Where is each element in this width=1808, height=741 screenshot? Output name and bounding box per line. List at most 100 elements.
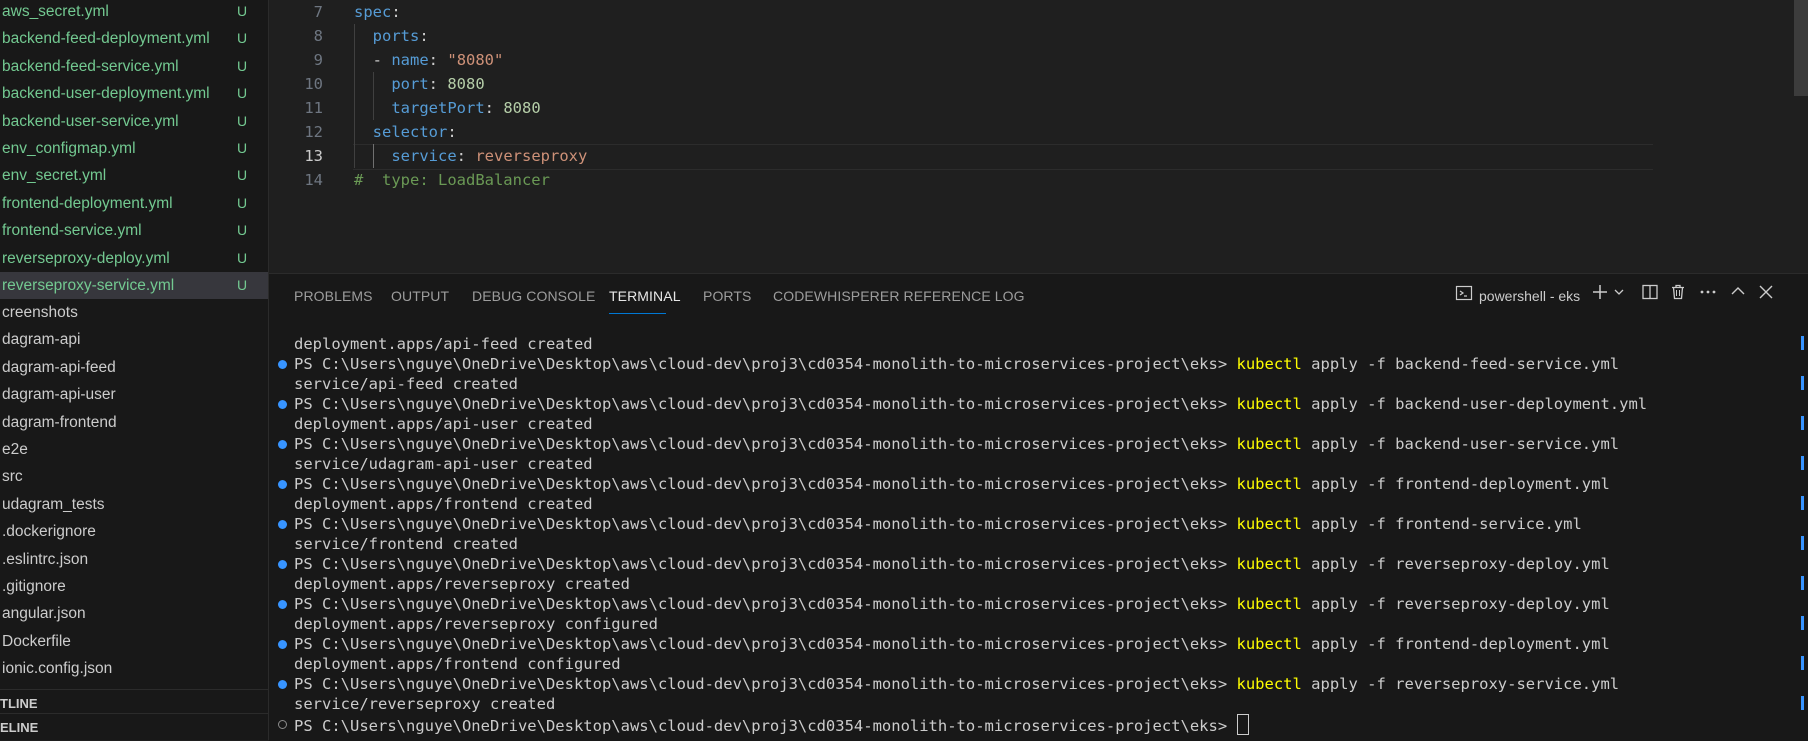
terminal-icon[interactable] — [1455, 284, 1473, 308]
scrollbar-marker — [1801, 336, 1804, 350]
explorer-item[interactable]: .gitignore — [0, 573, 268, 600]
scrollbar-marker — [1801, 576, 1804, 590]
tab-codewhisperer-log[interactable]: CODEWHISPERER REFERENCE LOG — [773, 288, 1025, 304]
tab-problems[interactable]: PROBLEMS — [294, 288, 373, 304]
file-item[interactable]: backend-feed-service.yml U — [0, 53, 268, 80]
line-number: 10 — [304, 75, 323, 93]
explorer-item[interactable]: angular.json — [0, 600, 268, 627]
file-item[interactable]: backend-user-service.yml U — [0, 108, 268, 135]
explorer-item[interactable]: .dockerignore — [0, 518, 268, 545]
file-item[interactable]: backend-feed-deployment.yml U — [0, 25, 268, 52]
line-number: 8 — [313, 27, 323, 45]
terminal-prompt-line: PS C:\Users\nguye\OneDrive\Desktop\aws\c… — [294, 515, 1582, 533]
file-name: env_secret.yml — [2, 167, 107, 185]
timeline-section-header[interactable]: ELINE — [0, 713, 268, 740]
explorer-item[interactable]: e2e — [0, 436, 268, 463]
git-untracked-badge: U — [237, 140, 248, 156]
terminal-output-line: deployment.apps/reverseproxy configured — [294, 615, 658, 633]
code-line[interactable]: 13 service: reverseproxy — [269, 144, 1669, 168]
terminal-output[interactable]: deployment.apps/api-feed created PS C:\Us… — [269, 334, 1789, 735]
active-tab-indicator — [609, 313, 666, 314]
git-untracked-badge: U — [237, 249, 248, 266]
command-decoration-icon[interactable] — [278, 640, 287, 649]
scrollbar-marker — [1801, 696, 1804, 710]
tab-ports[interactable]: PORTS — [703, 288, 751, 304]
tab-terminal[interactable]: TERMINAL — [609, 288, 681, 304]
file-item[interactable]: aws_secret.yml U — [0, 0, 268, 25]
code-text: - name: "8080" — [372, 51, 504, 69]
line-number: 12 — [304, 123, 323, 141]
terminal-cursor — [1236, 714, 1249, 735]
file-item[interactable]: reverseproxy-service.yml U — [0, 272, 268, 299]
terminal-prompt-line: PS C:\Users\nguye\OneDrive\Desktop\aws\c… — [294, 435, 1620, 453]
editor-scrollbar[interactable] — [1794, 0, 1808, 96]
code-line[interactable]: 10 port: 8080 — [269, 72, 1669, 96]
code-line[interactable]: 7 spec: — [269, 0, 1669, 24]
explorer-item-name: .eslintrc.json — [2, 550, 89, 568]
indent-guide — [373, 144, 374, 168]
terminal-prompt-line: PS C:\Users\nguye\OneDrive\Desktop\aws\c… — [294, 355, 1620, 373]
git-untracked-badge: U — [237, 222, 248, 239]
code-line[interactable]: 8 ports: — [269, 24, 1669, 48]
explorer-item[interactable]: udagram_tests — [0, 491, 268, 518]
code-editor[interactable]: 7 spec: 8 ports: 9 - name: "8080" 10 port: 8… — [269, 0, 1808, 272]
code-text: spec: — [354, 3, 401, 21]
command-decoration-icon[interactable] — [278, 400, 287, 409]
git-untracked-badge: U — [237, 277, 248, 293]
explorer-item[interactable]: creenshots — [0, 299, 268, 326]
command-decoration-icon[interactable] — [278, 560, 287, 569]
scrollbar-marker — [1801, 456, 1804, 470]
terminal-output-line: service/api-feed created — [294, 375, 518, 393]
chevron-up-icon[interactable] — [1729, 283, 1747, 307]
file-name: backend-user-deployment.yml — [2, 85, 210, 103]
git-untracked-badge: U — [237, 30, 248, 47]
code-line[interactable]: 11 targetPort: 8080 — [269, 96, 1669, 120]
tab-output[interactable]: OUTPUT — [391, 288, 449, 304]
code-line[interactable]: 12 selector: — [269, 120, 1669, 144]
file-name: aws_secret.yml — [2, 3, 109, 20]
command-decoration-icon[interactable] — [278, 480, 287, 489]
git-untracked-badge: U — [237, 112, 248, 129]
explorer-item[interactable]: dagram-api — [0, 326, 268, 353]
file-name: reverseproxy-service.yml — [2, 277, 175, 294]
code-line[interactable]: 14 # type: LoadBalancer — [269, 168, 1669, 192]
explorer-item[interactable]: ionic.config.json — [0, 655, 268, 682]
file-item[interactable]: frontend-service.yml U — [0, 217, 268, 244]
split-icon[interactable] — [1641, 283, 1659, 307]
explorer-item[interactable]: dagram-frontend — [0, 409, 268, 436]
terminal-name[interactable]: powershell - eks — [1479, 288, 1580, 304]
scrollbar-marker — [1801, 376, 1804, 390]
file-item[interactable]: env_configmap.yml U — [0, 135, 268, 162]
code-line[interactable]: 9 - name: "8080" — [269, 48, 1669, 72]
close-icon[interactable] — [1757, 283, 1775, 307]
file-item[interactable]: frontend-deployment.yml U — [0, 190, 268, 217]
explorer-item[interactable]: Dockerfile — [0, 628, 268, 655]
explorer-item-name: dagram-frontend — [2, 413, 117, 431]
terminal-output-line: deployment.apps/api-feed created — [294, 335, 593, 353]
command-decoration-icon[interactable] — [278, 680, 287, 689]
plus-icon[interactable] — [1591, 283, 1609, 307]
code-text: selector: — [372, 123, 457, 141]
file-item[interactable]: env_secret.yml U — [0, 162, 268, 189]
explorer-item-name: creenshots — [2, 304, 78, 321]
scrollbar-marker — [1801, 616, 1804, 630]
trash-icon[interactable] — [1669, 283, 1687, 307]
terminal-output-line: service/frontend created — [294, 535, 518, 553]
chevron-down-icon[interactable] — [1613, 283, 1625, 307]
explorer-item[interactable]: dagram-api-feed — [0, 354, 268, 381]
command-decoration-icon[interactable] — [278, 520, 287, 529]
command-decoration-icon[interactable] — [278, 360, 287, 369]
command-decoration-icon[interactable] — [278, 440, 287, 449]
file-item[interactable]: backend-user-deployment.yml U — [0, 80, 268, 107]
more-icon[interactable] — [1698, 283, 1718, 307]
tab-debug-console[interactable]: DEBUG CONSOLE — [472, 288, 595, 304]
command-decoration-icon[interactable] — [278, 600, 287, 609]
explorer-item[interactable]: .eslintrc.json — [0, 546, 268, 573]
command-decoration-icon[interactable] — [278, 720, 287, 729]
explorer-item[interactable]: dagram-api-user — [0, 381, 268, 408]
explorer-item-name: ionic.config.json — [2, 660, 113, 678]
code-text: service: reverseproxy — [391, 147, 588, 165]
explorer-item[interactable]: src — [0, 463, 268, 490]
terminal-output-line: service/udagram-api-user created — [294, 455, 593, 473]
file-item[interactable]: reverseproxy-deploy.yml U — [0, 245, 268, 272]
